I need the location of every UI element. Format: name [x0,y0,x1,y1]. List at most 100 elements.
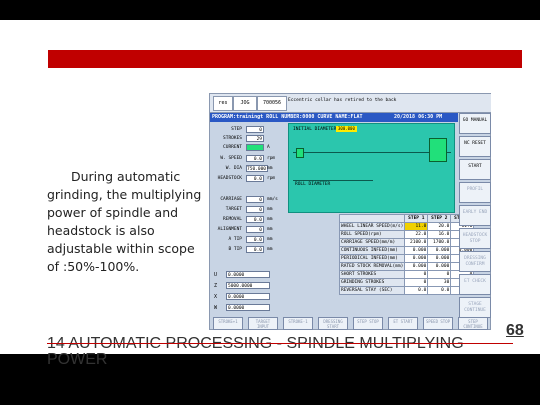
param-value: 0.0 [246,246,264,253]
table-cell[interactable]: 0 [404,278,429,287]
step-stop-button[interactable]: STEP STOP [353,317,383,330]
param-unit: mm [267,217,273,222]
dressing-start-button[interactable]: DRESSING START [318,317,348,330]
scale-line [293,180,373,181]
body-line: During automatic [71,169,181,184]
table-cell[interactable]: 0.000 [427,254,452,263]
param-value: 0 [246,206,264,213]
body-line: headstock is also [47,223,155,238]
table-cell[interactable]: 11.0 [404,222,429,231]
table-cell[interactable]: 0.000 [404,254,429,263]
param-value: 0.0 [246,175,264,182]
dressing-confirm-button[interactable]: DRESSING CONFIRM [459,251,491,272]
row-label: CARRIAGE SPEED(mm/m) [338,238,406,247]
table-cell[interactable]: 16.0 [427,230,452,239]
row-label: SHORT STROKES [338,270,406,279]
headstock-stop-button[interactable]: HEADSTOCK STOP [459,228,491,249]
param-unit: mm [267,207,273,212]
param-label: STROKES [223,136,242,141]
start-button[interactable]: START [459,159,491,180]
param-unit: mm [267,247,273,252]
table-cell[interactable]: 30 [427,278,452,287]
et-check-button[interactable]: ET CHECK [459,274,491,295]
target-input-button[interactable]: TARGET INPUT [248,317,278,330]
row-label: CONTINUOUS INFEED(mm) [338,246,406,255]
param-value: 0 [246,226,264,233]
param-value: 0.0 [246,155,264,162]
stage-continue-button[interactable]: STAGE CONTINUE [459,297,491,318]
param-label: W. DIA [225,166,242,171]
footer-underline [47,343,513,344]
et-start-button[interactable]: ET START [388,317,418,330]
axis-label: U [214,272,218,278]
param-label: CURRENT [223,145,242,150]
table-header [338,214,406,223]
row-label: PERIODICAL INFEED(mm) [338,254,406,263]
table-cell[interactable]: 2100.0 [404,238,429,247]
table-cell[interactable]: 0.0 [427,286,452,295]
param-label: A TIP [228,237,242,242]
stroke-plus-button[interactable]: STROKE+1 [213,317,243,330]
table-cell[interactable]: 22.0 [404,230,429,239]
title-bar [48,50,522,68]
axis-value: 0.0000 [226,293,270,300]
body-text: During automatic grinding, the multiplyi… [47,168,205,276]
table-cell[interactable]: 20.0 [427,222,452,231]
param-label: TARGET [225,207,242,212]
grinding-wheel [429,138,447,162]
table-cell[interactable]: 0.000 [427,262,452,271]
table-cell[interactable]: 0 [427,270,452,279]
table-cell[interactable]: 0.0 [404,286,429,295]
row-label: REVERSAL STAY (SEC) [338,286,406,295]
slide-footer-title: 14 AUTOMATIC PROCESSING - SPINDLE MULTIP… [47,336,527,368]
table-cell[interactable]: 0.000 [404,262,429,271]
axis-label: W [214,305,218,311]
hmi-screen: res JOG 700056 Eccentric collar has reti… [209,93,491,330]
axis-label: X [214,294,218,300]
param-label: B TIP [228,247,242,252]
param-value: 0 [246,196,264,203]
initial-diameter-value: 300.000 [336,126,357,132]
table-cell[interactable]: 1700.0 [427,238,452,247]
stroke-minus-button[interactable]: STROKE-1 [283,317,313,330]
current-bar [246,144,264,151]
param-value: 750.000 [246,165,268,172]
program-info: PROGRAM:trainingt ROLL NUMBER:0000 CURVE… [212,114,363,120]
row-label: WHEEL LINEAR SPEED(m/s) [338,222,406,231]
param-unit: mm [267,237,273,242]
body-line: power of spindle and [47,205,179,220]
param-value: 0 [246,126,264,133]
axis-value: 5000.0000 [226,282,270,289]
roll-end-marker [296,148,304,158]
roll-diameter-label: ROLL DIAMETER [295,182,331,187]
param-value: 0.0 [246,216,264,223]
program-value: 700056 [257,96,287,111]
param-label: ALIGNMENT [217,227,242,232]
profil-button[interactable]: PROFIL [459,182,491,203]
table-cell[interactable]: 0 [404,270,429,279]
nc-reset-button[interactable]: NC RESET [459,136,491,157]
speed-stop-button[interactable]: SPEED STOP [423,317,453,330]
table-cell[interactable]: 0.000 [404,246,429,255]
step-continue-button[interactable]: STEP CONTINUE [458,317,488,330]
param-label: W. SPEED [220,156,242,161]
grinding-graphic: INITIAL DIAMETER 300.000 ROLL DIAMETER [288,123,455,213]
param-value: 0.0 [246,236,264,243]
go-manual-button[interactable]: GO MANUAL [459,113,491,134]
param-unit: mm [267,166,273,171]
early-end-button[interactable]: EARLY END [459,205,491,226]
body-line: adjustable within scope [47,241,195,256]
param-label: STEP [231,127,242,132]
param-label: HEADSTOCK [217,176,242,181]
param-unit: rpm [267,176,276,181]
hmi-status-bar: res JOG 700056 Eccentric collar has reti… [210,94,491,113]
table-header[interactable]: STEP 2 [427,214,452,223]
table-cell[interactable]: 0.000 [427,246,452,255]
param-unit: mm/s [267,197,278,202]
row-label: ROLL SPEED(rpm) [338,230,406,239]
footer-line: 14 AUTOMATIC PROCESSING - SPINDLE MULTIP… [47,335,464,352]
footer-line: POWER [47,351,108,368]
axis-value: 0.0000 [226,304,270,311]
table-header[interactable]: STEP 1 [404,214,429,223]
param-unit: rpm [267,156,276,161]
